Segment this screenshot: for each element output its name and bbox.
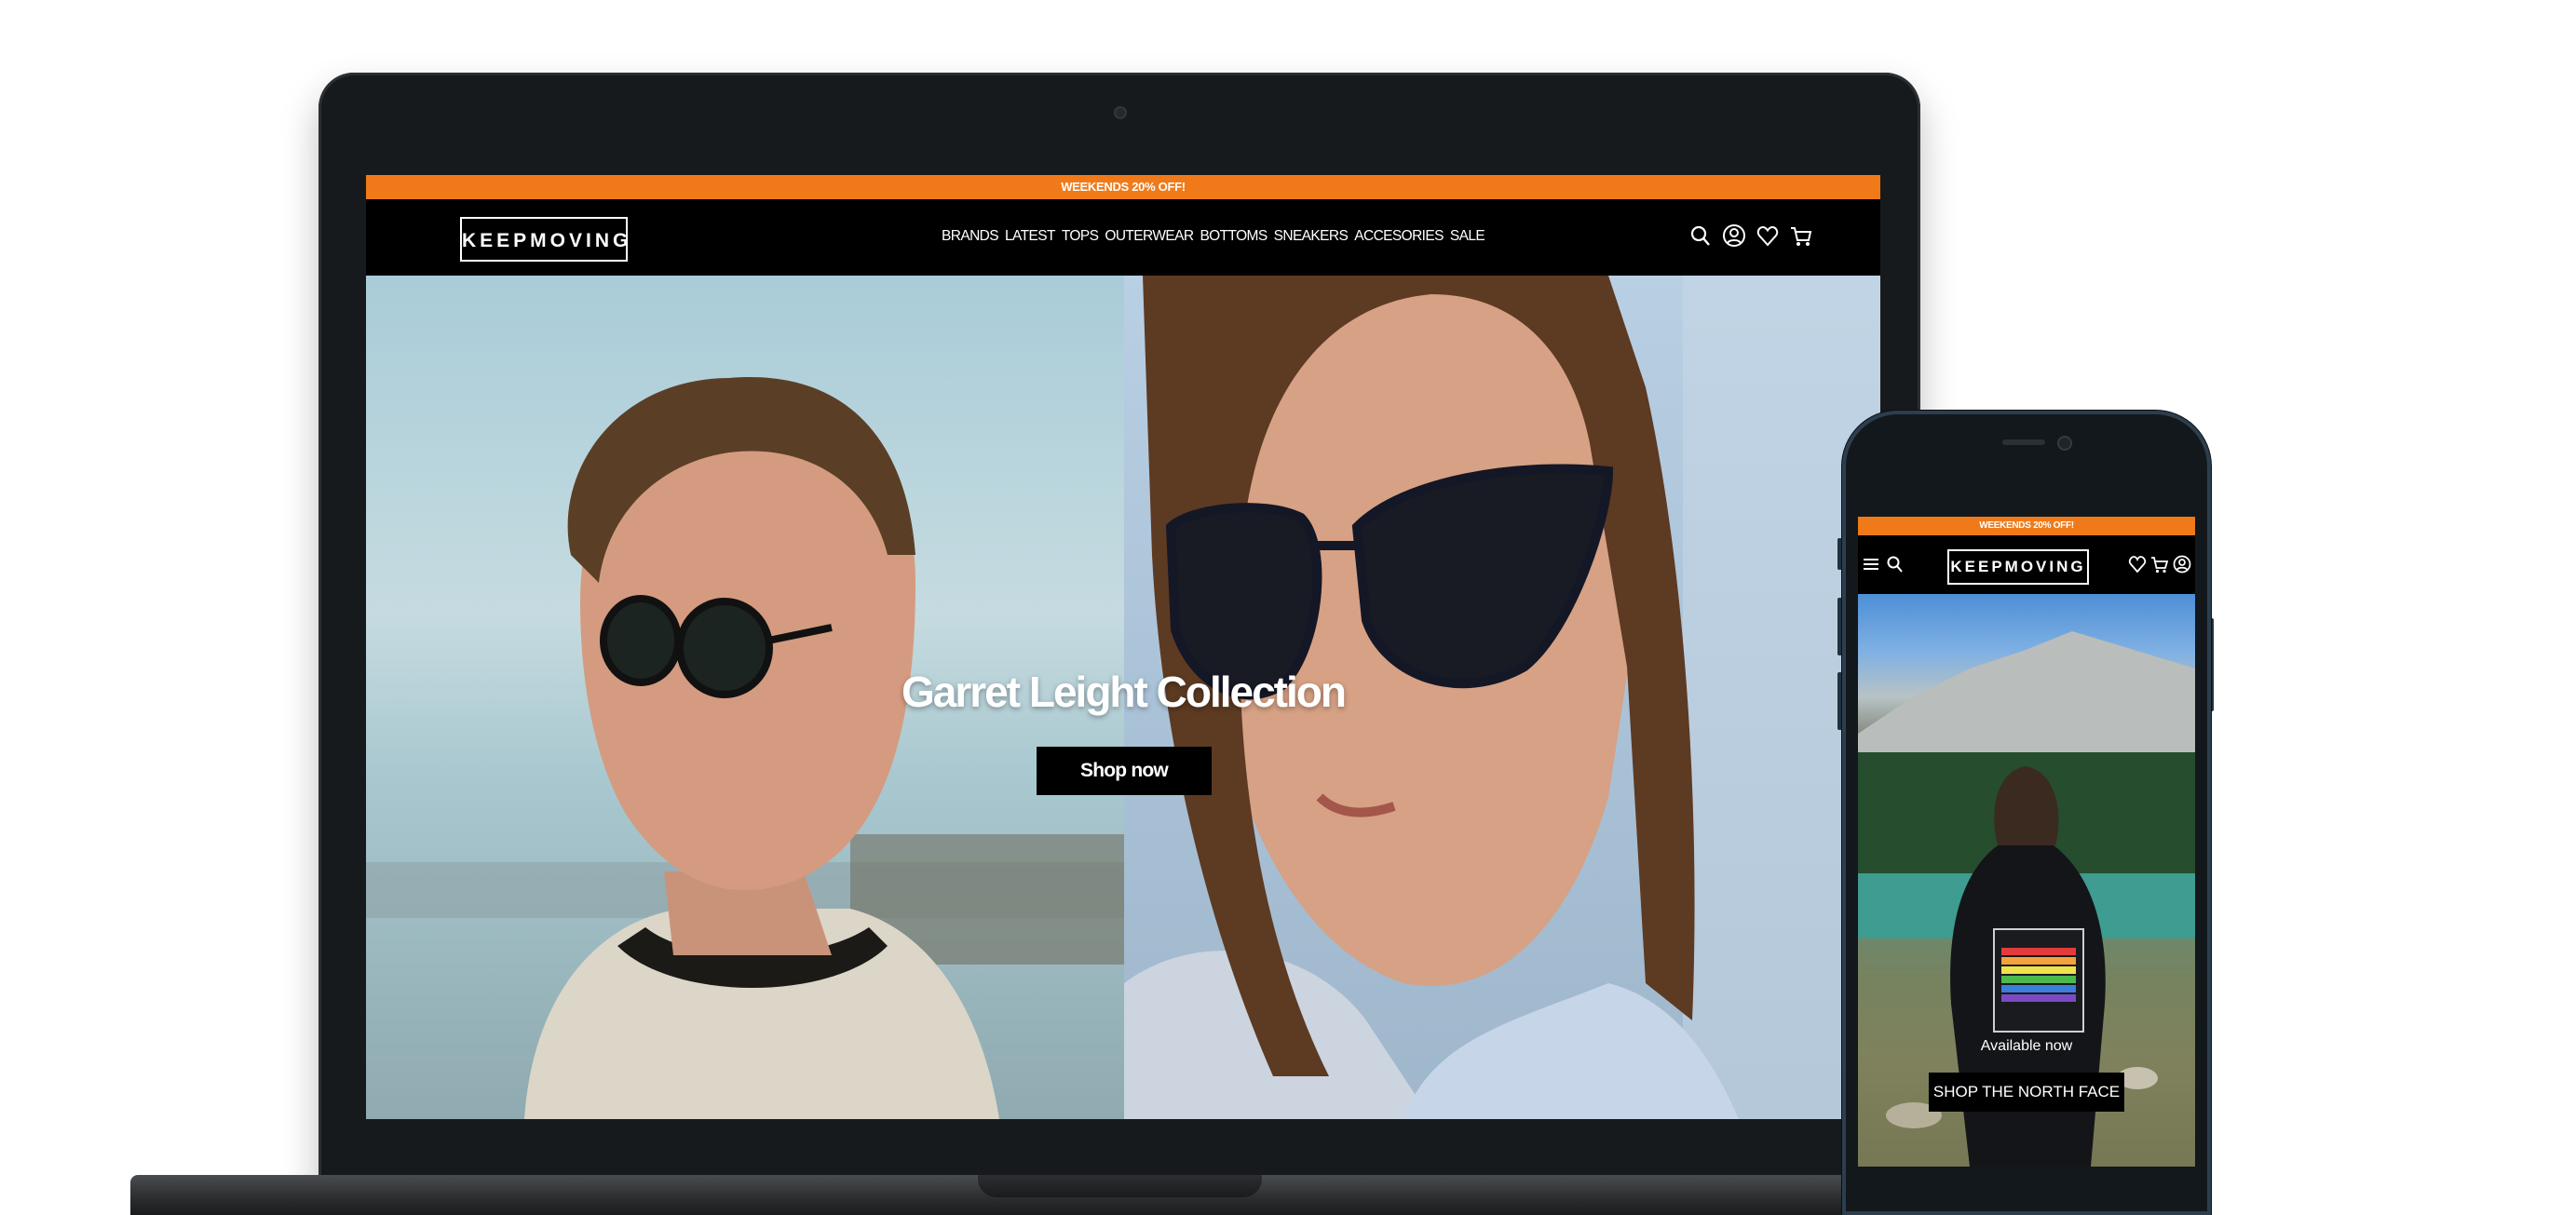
mobile-promo-banner[interactable]: WEEKENDS 20% OFF!	[1858, 517, 2195, 535]
nav-sale[interactable]: SALE	[1450, 228, 1485, 245]
mobile-site-logo[interactable]: KEEPMOVING	[1947, 549, 2089, 585]
nav-bottoms[interactable]: BOTTOMS	[1200, 228, 1268, 245]
desktop-site: WEEKENDS 20% OFF! KEEPMOVING BRANDS LATE…	[366, 175, 1880, 1119]
site-logo[interactable]: KEEPMOVING	[460, 217, 628, 262]
header-icons	[1688, 222, 1813, 250]
laptop-trackpad-notch	[978, 1175, 1262, 1197]
mobile-hero-banner: Available now SHOP THE NORTH FACE	[1858, 594, 2195, 1167]
promo-banner[interactable]: WEEKENDS 20% OFF!	[366, 175, 1880, 199]
laptop-camera	[1114, 106, 1127, 119]
nav-sneakers[interactable]: SNEAKERS	[1274, 228, 1349, 245]
phone-camera	[2057, 436, 2072, 451]
available-now-caption: Available now	[1980, 1038, 2073, 1054]
nav-outerwear[interactable]: OUTERWEAR	[1105, 228, 1194, 245]
shop-now-button[interactable]: Shop now	[1037, 747, 1212, 795]
main-navigation: BRANDS LATEST TOPS OUTERWEAR BOTTOMS SNE…	[942, 228, 1485, 245]
desktop-header: KEEPMOVING BRANDS LATEST TOPS OUTERWEAR …	[366, 199, 1880, 276]
nav-accesories[interactable]: ACCESORIES	[1354, 228, 1444, 245]
hero-title: Garret Leight Collection	[902, 668, 1347, 716]
wishlist-heart-icon[interactable]	[1756, 222, 1780, 250]
nav-latest[interactable]: LATEST	[1005, 228, 1055, 245]
phone-speaker	[2002, 439, 2045, 445]
account-icon[interactable]	[1722, 222, 1746, 250]
search-icon[interactable]	[1886, 554, 1905, 574]
mobile-right-icons	[2128, 554, 2191, 574]
cart-icon[interactable]	[2150, 554, 2169, 574]
mobile-header: KEEPMOVING	[1858, 535, 2195, 594]
mobile-site: WEEKENDS 20% OFF! KEEPMOVING Available n…	[1858, 517, 2195, 1167]
account-icon[interactable]	[2173, 554, 2191, 574]
hero-banner: Garret Leight Collection Shop now	[366, 276, 1880, 1119]
nav-tops[interactable]: TOPS	[1062, 228, 1099, 245]
search-icon[interactable]	[1688, 222, 1713, 250]
shop-north-face-button[interactable]: SHOP THE NORTH FACE	[1929, 1073, 2124, 1112]
wishlist-heart-icon[interactable]	[2128, 554, 2147, 574]
mobile-left-icons	[1862, 554, 1905, 574]
menu-icon[interactable]	[1862, 554, 1880, 574]
cart-icon[interactable]	[1789, 222, 1813, 250]
nav-brands[interactable]: BRANDS	[942, 228, 999, 245]
